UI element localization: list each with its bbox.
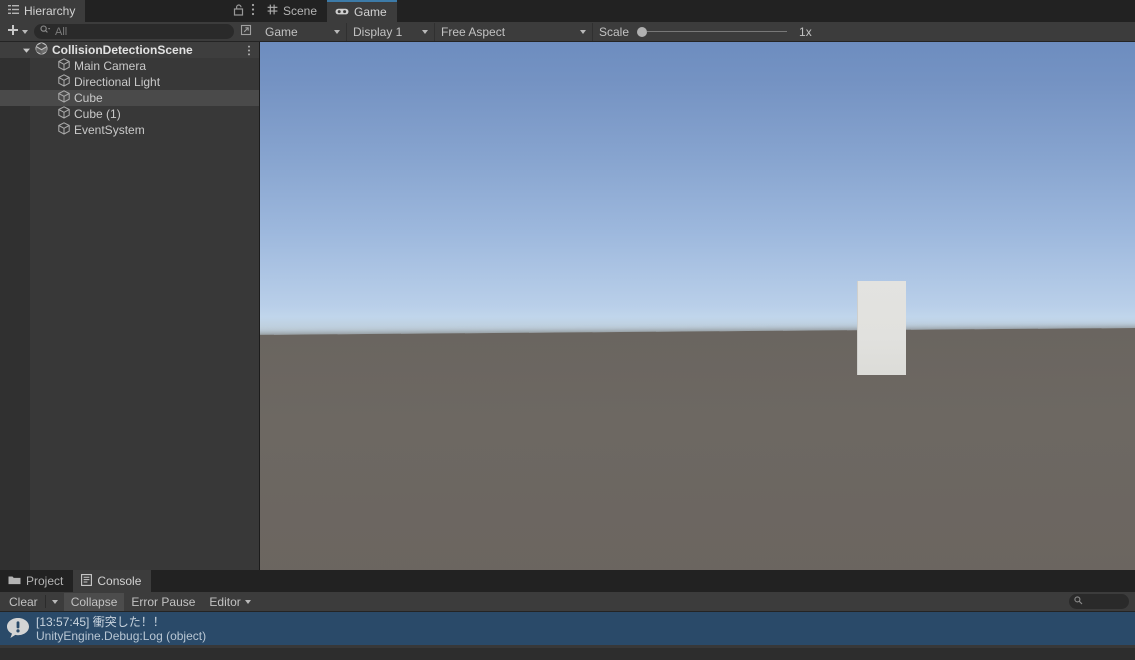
display-dropdown[interactable]: Display 1 [347, 22, 435, 41]
gamepad-icon [335, 5, 349, 19]
hierarchy-tab-icons [233, 0, 255, 22]
clear-button[interactable]: Clear [2, 593, 45, 611]
add-gameobject-button[interactable] [4, 24, 31, 39]
hierarchy-tabbar: Hierarchy [0, 0, 259, 22]
hierarchy-toolbar: All [0, 22, 259, 42]
tab-hierarchy-label: Hierarchy [24, 4, 76, 18]
play-mode-value: Game [265, 24, 298, 39]
chevron-down-icon [244, 599, 251, 604]
scale-slider-knob[interactable] [637, 26, 648, 37]
game-view-render[interactable] [259, 42, 1135, 570]
chevron-down-icon [334, 29, 340, 34]
console-search-input[interactable] [1069, 594, 1129, 609]
gameobject-cube-icon [58, 122, 70, 138]
tab-hierarchy[interactable]: Hierarchy [0, 0, 86, 22]
hierarchy-panel: Hierarchy All CollisionDetectionScene Ma… [0, 0, 259, 570]
error-pause-label: Error Pause [131, 594, 196, 609]
console-icon [81, 573, 93, 589]
scale-slider-track[interactable] [647, 31, 788, 32]
play-mode-dropdown[interactable]: Game [259, 22, 347, 41]
chevron-down-icon [580, 29, 586, 34]
tab-project-label: Project [26, 574, 64, 588]
scale-value: 1x [799, 24, 812, 39]
unity-scene-icon [35, 42, 48, 58]
aspect-dropdown[interactable]: Free Aspect [435, 22, 593, 41]
chevron-down-icon [22, 29, 28, 34]
tab-game[interactable]: Game [327, 0, 397, 22]
chevron-down-icon [422, 29, 428, 34]
hierarchy-item-directional-light[interactable]: Directional Light [0, 74, 259, 90]
aspect-value: Free Aspect [441, 24, 506, 39]
ground-plane [260, 327, 1135, 570]
gameobject-cube-icon [58, 58, 70, 74]
console-log-line1: [13:57:45] 衝突した！！ [36, 615, 165, 629]
plus-icon [7, 24, 19, 39]
tab-game-label: Game [354, 5, 387, 19]
scale-label: Scale [599, 24, 630, 39]
folder-icon [8, 574, 21, 588]
chevron-down-icon [51, 599, 58, 604]
display-value: Display 1 [353, 24, 403, 39]
console-log-line2: UnityEngine.Debug:Log (object) [36, 629, 207, 643]
scene-grid-icon [267, 4, 278, 18]
hierarchy-item-label: Cube [74, 91, 103, 105]
kebab-menu-icon[interactable] [251, 3, 255, 19]
clear-dropdown-button[interactable] [46, 593, 64, 611]
tab-scene-label: Scene [283, 4, 318, 18]
hierarchy-item-label: Cube (1) [74, 107, 121, 121]
tab-console-label: Console [97, 574, 142, 588]
scale-slider-group[interactable]: Scale 1x [593, 23, 818, 41]
console-log-entry[interactable]: [13:57:45] 衝突した！！ UnityEngine.Debug:Log … [0, 612, 1135, 645]
hierarchy-item-cube-1[interactable]: Cube (1) [0, 106, 259, 122]
game-tabbar: Scene Game [259, 0, 1135, 22]
hierarchy-item-label: Directional Light [74, 75, 161, 89]
hierarchy-item-main-camera[interactable]: Main Camera [0, 58, 259, 74]
hierarchy-item-cube[interactable]: Cube [0, 90, 259, 106]
scene-kebab-menu-icon[interactable] [247, 42, 251, 58]
console-panel: Project Console Clear Collapse Error Pau… [0, 570, 1135, 660]
search-icon [1074, 595, 1083, 608]
cube-object [857, 281, 906, 375]
tab-project[interactable]: Project [0, 570, 73, 592]
hierarchy-list: CollisionDetectionScene Main Camera Direc… [0, 42, 259, 570]
hierarchy-scene-row[interactable]: CollisionDetectionScene [0, 42, 259, 58]
gameobject-cube-icon [58, 74, 70, 90]
collapse-toggle[interactable]: Collapse [63, 592, 125, 611]
console-toolbar: Clear Collapse Error Pause Editor [0, 592, 1135, 612]
lock-open-icon[interactable] [233, 3, 244, 19]
search-placeholder: All [55, 25, 68, 38]
search-input[interactable]: All [34, 24, 234, 39]
editor-label: Editor [209, 594, 241, 609]
scale-slider[interactable] [637, 26, 788, 37]
gameobject-cube-icon [58, 106, 70, 122]
hierarchy-item-eventsystem[interactable]: EventSystem [0, 122, 259, 138]
gameobject-cube-icon [58, 90, 70, 106]
hierarchy-icon [8, 4, 19, 18]
scene-name: CollisionDetectionScene [52, 43, 193, 57]
hierarchy-item-label: Main Camera [74, 59, 147, 73]
tab-scene[interactable]: Scene [259, 0, 327, 22]
unity-editor-window: Hierarchy All CollisionDetectionScene Ma… [0, 0, 1135, 660]
hierarchy-item-label: EventSystem [74, 123, 145, 137]
open-in-new-window-icon[interactable] [237, 23, 255, 40]
expand-arrow-icon[interactable] [0, 46, 34, 55]
tab-console[interactable]: Console [73, 570, 152, 592]
info-log-icon [6, 616, 30, 640]
hierarchy-gameobject-rows: Main Camera Directional Light Cube Cube (1)… [0, 58, 259, 138]
console-log-text: [13:57:45] 衝突した！！ UnityEngine.Debug:Log … [36, 615, 206, 643]
clear-label: Clear [9, 594, 38, 609]
console-tabbar: Project Console [0, 570, 1135, 592]
game-panel: Scene Game Game Display 1 Free Aspect Sc… [259, 0, 1135, 570]
status-bar [0, 648, 1135, 660]
collapse-label: Collapse [70, 594, 118, 609]
editor-dropdown[interactable]: Editor [202, 593, 257, 611]
game-toolbar: Game Display 1 Free Aspect Scale 1x [259, 22, 1135, 42]
search-dropdown-icon [40, 25, 51, 38]
error-pause-toggle[interactable]: Error Pause [124, 593, 202, 611]
